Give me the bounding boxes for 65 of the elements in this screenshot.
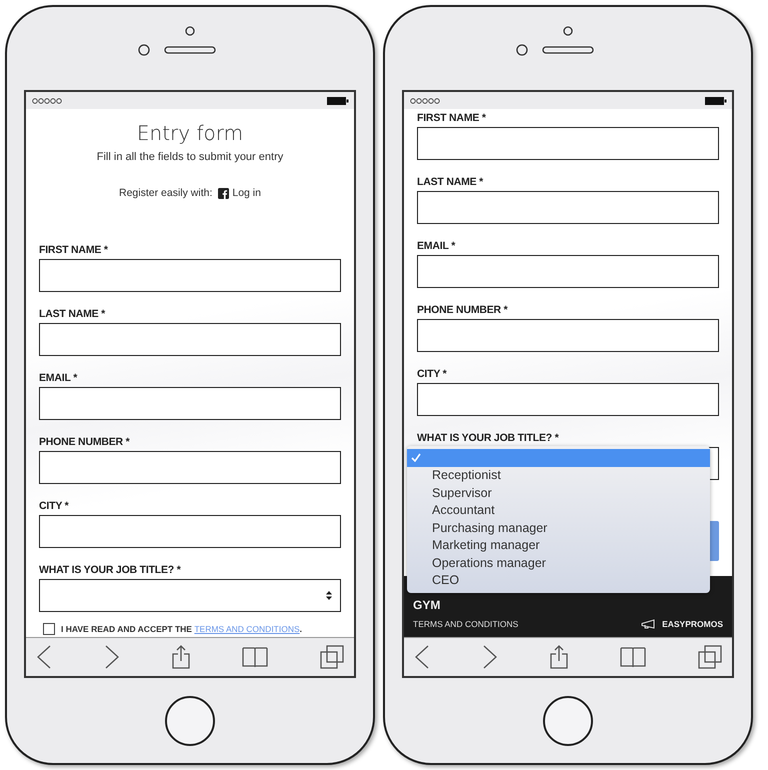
field-label: PHONE NUMBER * [39, 435, 131, 450]
input-field[interactable] [417, 191, 719, 224]
bookmarks-button[interactable] [242, 646, 268, 668]
speaker-icon [185, 26, 195, 36]
earpiece-icon [164, 46, 216, 54]
input-field[interactable] [39, 323, 341, 356]
field-label: FIRST NAME * [39, 243, 109, 258]
dropdown-option[interactable]: Receptionist [407, 466, 710, 484]
field-label: EMAIL * [417, 239, 456, 254]
form-subtitle: Fill in all the fields to submit your entry [96, 151, 284, 163]
home-button[interactable] [543, 696, 593, 746]
field-label: CITY * [417, 367, 448, 382]
dropdown-option[interactable]: Marketing manager [407, 536, 710, 554]
input-field[interactable] [39, 451, 341, 484]
field-label: WHAT IS YOUR JOB TITLE? * [39, 563, 182, 578]
brand-name: GYM [413, 598, 442, 612]
forward-button[interactable] [482, 645, 498, 669]
signal-icon [410, 98, 440, 104]
consent-text: I HAVE READ AND ACCEPT THE TERMS AND CONDITIONS. [61, 624, 302, 634]
signal-icon [32, 98, 62, 104]
field-label: LAST NAME * [39, 307, 106, 322]
field-label: CITY * [39, 499, 70, 514]
home-button[interactable] [165, 696, 215, 746]
input-field[interactable] [417, 127, 719, 160]
logo-text: EASYPROMOS [662, 619, 723, 629]
dropdown-option[interactable]: Operations manager [407, 554, 710, 572]
facebook-icon [218, 188, 230, 198]
input-field[interactable] [39, 259, 341, 292]
camera-icon [138, 44, 150, 56]
register-label: Register easily with: [119, 187, 212, 199]
tabs-button[interactable] [698, 645, 722, 669]
dropdown-option[interactable]: Supervisor [407, 484, 710, 502]
field-label: FIRST NAME * [417, 111, 487, 126]
earpiece-icon [542, 46, 594, 54]
back-button[interactable] [36, 645, 52, 669]
form-title: Entry form [136, 121, 244, 145]
input-field[interactable] [417, 383, 719, 416]
input-field[interactable] [417, 255, 719, 288]
checkmark-icon [411, 453, 421, 462]
input-field[interactable] [39, 515, 341, 548]
input-field[interactable] [417, 319, 719, 352]
bookmarks-button[interactable] [620, 646, 646, 668]
checkbox[interactable] [43, 623, 55, 635]
login-link[interactable]: Log in [218, 187, 261, 199]
speaker-icon [563, 26, 573, 36]
camera-icon [516, 44, 528, 56]
share-button[interactable] [172, 645, 190, 669]
select-field[interactable] [39, 579, 341, 612]
input-field[interactable] [39, 387, 341, 420]
megaphone-icon [641, 619, 658, 629]
dropdown-option[interactable]: Purchasing manager [407, 519, 710, 536]
forward-button[interactable] [104, 645, 120, 669]
back-button[interactable] [414, 645, 430, 669]
dropdown-option[interactable]: CEO [407, 572, 710, 589]
dropdown-option[interactable]: Accountant [407, 502, 710, 519]
field-label: PHONE NUMBER * [417, 303, 509, 318]
battery-icon [705, 96, 727, 104]
tabs-button[interactable] [320, 645, 344, 669]
battery-icon [327, 96, 349, 104]
field-label: EMAIL * [39, 371, 78, 386]
terms-link[interactable]: TERMS AND CONDITIONS [413, 619, 518, 629]
up-down-icon [326, 591, 332, 600]
share-button[interactable] [550, 645, 568, 669]
field-label: LAST NAME * [417, 175, 484, 190]
field-label: WHAT IS YOUR JOB TITLE? * [417, 431, 560, 446]
